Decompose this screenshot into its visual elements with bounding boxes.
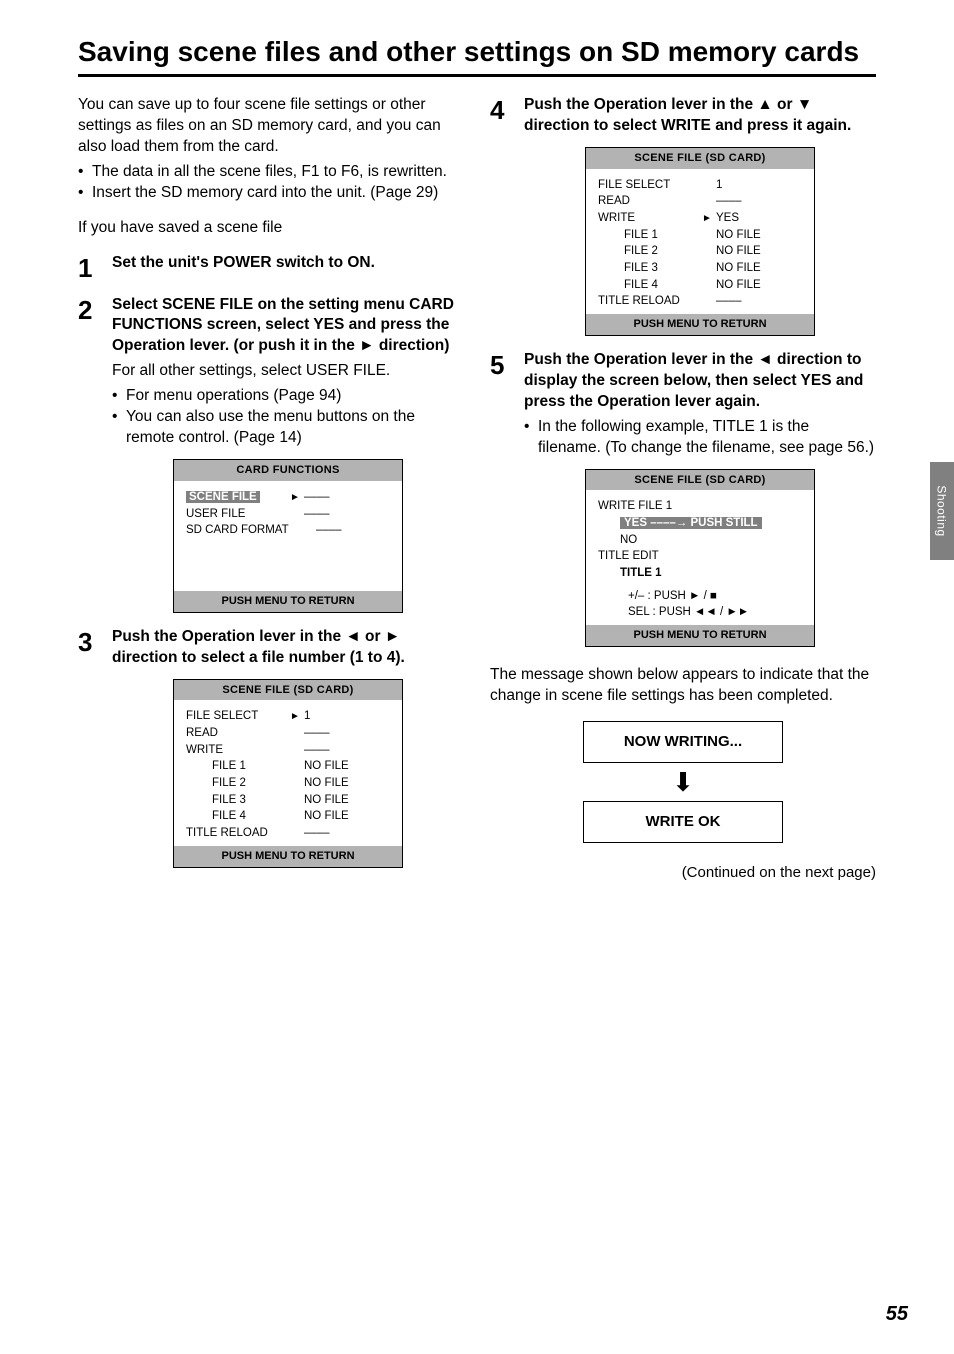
menu-row-file2: FILE 2 (186, 775, 286, 792)
menu-item-scene-file: SCENE FILE (186, 491, 260, 503)
triangle-right-icon (702, 212, 712, 224)
menu-row-write: WRITE (598, 210, 698, 227)
menu-row-file2: FILE 2 (598, 243, 698, 260)
menu-row-title-reload: TITLE RELOAD (598, 293, 698, 310)
menu-value: NO FILE (304, 808, 390, 825)
step-1-head: Set the unit's POWER switch to ON. (112, 253, 464, 274)
menu-value: NO FILE (716, 243, 802, 260)
step-2-bullet-2: You can also use the menu buttons on the… (126, 407, 464, 449)
menu-row-write: WRITE (186, 742, 286, 759)
menu-value: NO FILE (304, 775, 390, 792)
menu-row-file4: FILE 4 (186, 808, 286, 825)
result-intro-text: The message shown below appears to indic… (490, 665, 876, 707)
menu-value: NO FILE (716, 227, 802, 244)
menu-row-title1: TITLE 1 (598, 565, 802, 582)
step-3-head: Push the Operation lever in the ◄ or ► d… (112, 627, 464, 669)
menu-value: –––– (716, 193, 802, 210)
menu-footer: PUSH MENU TO RETURN (586, 625, 814, 646)
menu-row-file3: FILE 3 (598, 260, 698, 277)
menu-row-pm-val: PUSH ► / ■ (654, 590, 717, 602)
menu-value: –––– (304, 742, 390, 759)
menu-row-file1: FILE 1 (186, 758, 286, 775)
menu-value: –––– (716, 293, 802, 310)
menu-value: –––– (304, 506, 390, 523)
intro-text: You can save up to four scene file setti… (78, 95, 464, 158)
bullet-icon: • (112, 407, 126, 449)
menu-value: NO FILE (304, 792, 390, 809)
menu-footer: PUSH MENU TO RETURN (174, 846, 402, 867)
step-2-head: Select SCENE FILE on the setting menu CA… (112, 295, 464, 358)
menu-scene-file-step3: SCENE FILE (SD CARD) FILE SELECT 1 READ ––… (173, 679, 403, 868)
continued-text: (Continued on the next page) (490, 863, 876, 883)
triangle-right-icon (290, 710, 300, 722)
menu-row-sel-val: PUSH ◄◄ / ►► (659, 606, 749, 618)
menu-scene-file-step5: SCENE FILE (SD CARD) WRITE FILE 1 YES ––… (585, 469, 815, 647)
intro-bullet-2: Insert the SD memory card into the unit.… (92, 183, 438, 204)
menu-value: –––– (304, 725, 390, 742)
menu-scene-file-step4: SCENE FILE (SD CARD) FILE SELECT 1 READ ––… (585, 147, 815, 336)
step-number-5: 5 (490, 350, 524, 647)
menu-row-no: NO (598, 532, 802, 549)
menu-title: SCENE FILE (SD CARD) (174, 680, 402, 701)
menu-row-pm-label: +/– : (628, 590, 651, 602)
page-title: Saving scene files and other settings on… (78, 36, 876, 77)
menu-row-file-select: FILE SELECT (598, 177, 698, 194)
menu-item-user-file: USER FILE (186, 506, 286, 523)
bullet-icon: • (112, 386, 126, 407)
menu-row-yes-push: YES ––––→ PUSH STILL (620, 517, 762, 529)
bullet-icon: • (78, 162, 92, 183)
side-tab-shooting: Shooting (930, 462, 954, 560)
step-4-head: Push the Operation lever in the ▲ or ▼ d… (524, 95, 876, 137)
menu-value: NO FILE (304, 758, 390, 775)
menu-value: –––– (304, 825, 390, 842)
menu-value: NO FILE (716, 260, 802, 277)
menu-card-functions: CARD FUNCTIONS SCENE FILE –––– USER FILE –… (173, 459, 403, 613)
page-number: 55 (886, 1303, 908, 1326)
menu-row-read: READ (186, 725, 286, 742)
menu-row-file1: FILE 1 (598, 227, 698, 244)
step-5-bullet: In the following example, TITLE 1 is the… (538, 417, 876, 459)
step-number-2: 2 (78, 295, 112, 613)
intro-bullet-1: The data in all the scene files, F1 to F… (92, 162, 447, 183)
menu-row-title-edit: TITLE EDIT (598, 548, 802, 565)
menu-value: 1 (716, 177, 802, 194)
menu-row-file-select: FILE SELECT (186, 708, 286, 725)
down-arrow-icon: ⬇ (583, 769, 783, 795)
menu-row-file3: FILE 3 (186, 792, 286, 809)
menu-title: SCENE FILE (SD CARD) (586, 470, 814, 491)
step-number-1: 1 (78, 253, 112, 281)
menu-item-sd-format: SD CARD FORMAT (186, 522, 316, 539)
menu-value: 1 (304, 708, 390, 725)
menu-value: –––– (304, 489, 390, 506)
menu-row-title-reload: TITLE RELOAD (186, 825, 286, 842)
bullet-icon: • (78, 183, 92, 204)
step-number-3: 3 (78, 627, 112, 868)
step-number-4: 4 (490, 95, 524, 336)
menu-footer: PUSH MENU TO RETURN (586, 314, 814, 335)
bullet-icon: • (524, 417, 538, 459)
step-2-bullet-1: For menu operations (Page 94) (126, 386, 341, 407)
menu-title: CARD FUNCTIONS (174, 460, 402, 481)
menu-row-sel-label: SEL : (628, 606, 656, 618)
menu-row-file4: FILE 4 (598, 277, 698, 294)
menu-value: NO FILE (716, 277, 802, 294)
menu-value: –––– (316, 522, 390, 539)
triangle-right-icon (290, 491, 300, 503)
intro-saved-line: If you have saved a scene file (78, 218, 464, 239)
menu-row-read: READ (598, 193, 698, 210)
menu-row-write-file: WRITE FILE 1 (598, 498, 802, 515)
step-2-sub: For all other settings, select USER FILE… (112, 361, 464, 382)
menu-value: YES (716, 210, 802, 227)
left-column: You can save up to four scene file setti… (78, 95, 464, 884)
menu-footer: PUSH MENU TO RETURN (174, 591, 402, 612)
menu-title: SCENE FILE (SD CARD) (586, 148, 814, 169)
step-5-head: Push the Operation lever in the ◄ direct… (524, 350, 876, 413)
right-column: 4 Push the Operation lever in the ▲ or ▼… (490, 95, 876, 884)
result-now-writing: NOW WRITING... (583, 721, 783, 763)
result-write-ok: WRITE OK (583, 801, 783, 843)
